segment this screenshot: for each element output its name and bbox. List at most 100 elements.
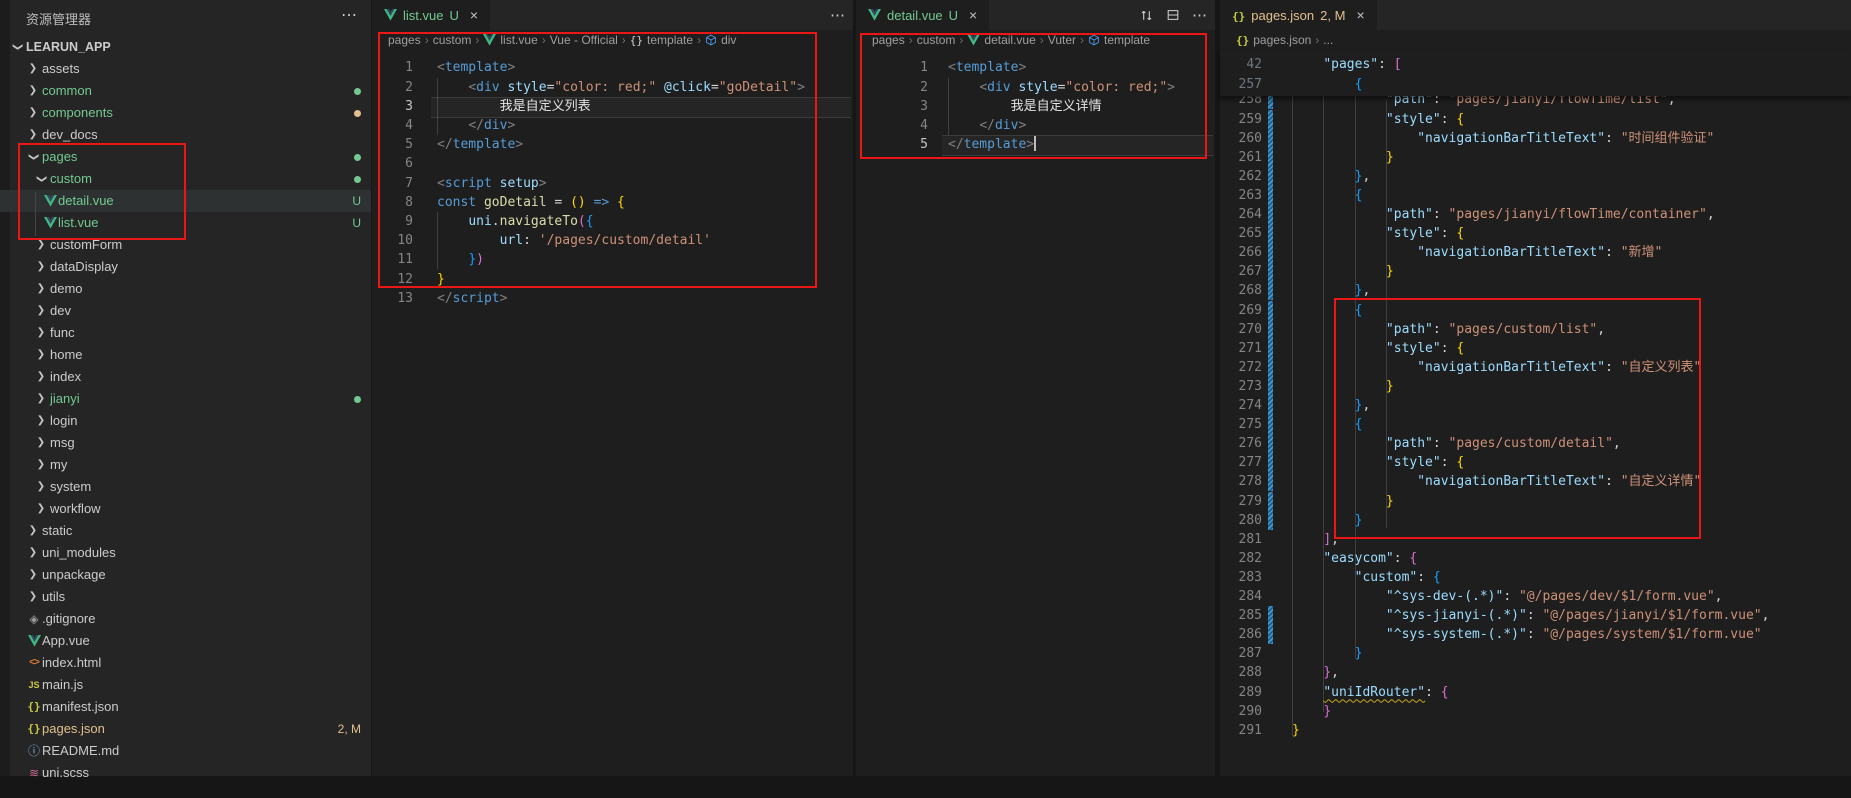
- chevron-right-icon[interactable]: ❯: [36, 476, 46, 498]
- chevron-right-icon[interactable]: ❯: [36, 300, 46, 322]
- code-area[interactable]: 1 <template> 2 <div style="color: red;">…: [856, 0, 1215, 776]
- tree-item-pages[interactable]: ❯pages: [0, 146, 371, 168]
- tree-item-custom[interactable]: ❯custom: [0, 168, 371, 190]
- code-area[interactable]: 1 <template> 2 <div style="color: red;" …: [372, 0, 853, 776]
- tree-item-login[interactable]: ❯login: [0, 410, 371, 432]
- tree-item-label: workflow: [50, 498, 101, 520]
- tree-item-uni.scss[interactable]: ≋uni.scss: [0, 762, 371, 784]
- chevron-down-icon[interactable]: ❯: [6, 42, 28, 52]
- tree-item-msg[interactable]: ❯msg: [0, 432, 371, 454]
- explorer-more-icon[interactable]: ⋯: [341, 5, 358, 25]
- chevron-right-icon[interactable]: ❯: [28, 80, 38, 102]
- code-line-288: 288 },: [1220, 663, 1851, 682]
- chevron-right-icon[interactable]: ❯: [36, 366, 46, 388]
- code-line-261: 261 }: [1220, 148, 1851, 167]
- tree-item-demo[interactable]: ❯demo: [0, 278, 371, 300]
- code-line-7: 7 <script setup>: [372, 174, 853, 193]
- tree-item-dev[interactable]: ❯dev: [0, 300, 371, 322]
- vue-icon: [44, 195, 57, 207]
- tree-item-label: dataDisplay: [50, 256, 118, 278]
- tree-item-workflow[interactable]: ❯workflow: [0, 498, 371, 520]
- chevron-right-icon[interactable]: ❯: [36, 432, 46, 454]
- code-line-5: 5 </template>: [856, 135, 1215, 154]
- tree-item-jianyi[interactable]: ❯jianyi: [0, 388, 371, 410]
- chevron-right-icon[interactable]: ❯: [36, 454, 46, 476]
- git-status-dot: [354, 88, 361, 95]
- chevron-right-icon[interactable]: ❯: [36, 322, 46, 344]
- tree-item-index[interactable]: ❯index: [0, 366, 371, 388]
- tree-item-label: App.vue: [42, 630, 90, 652]
- line-number: 280: [1220, 511, 1262, 530]
- tree-item-uni_modules[interactable]: ❯uni_modules: [0, 542, 371, 564]
- tree-item-label: my: [50, 454, 67, 476]
- tree-item-system[interactable]: ❯system: [0, 476, 371, 498]
- vue-icon: [44, 217, 57, 229]
- chevron-right-icon[interactable]: ❯: [28, 58, 38, 80]
- chevron-right-icon[interactable]: ❯: [28, 102, 38, 124]
- tree-item-pages.json[interactable]: {}pages.json2, M: [0, 718, 371, 740]
- tree-item-customForm[interactable]: ❯customForm: [0, 234, 371, 256]
- line-number: 286: [1220, 625, 1262, 644]
- code-line-259: 259 "style": {: [1220, 110, 1851, 129]
- line-number: 287: [1220, 644, 1262, 663]
- tree-item-func[interactable]: ❯func: [0, 322, 371, 344]
- chevron-right-icon[interactable]: ❯: [28, 564, 38, 586]
- tree-item-label: pages.json: [42, 718, 105, 740]
- code-area[interactable]: 258 "path": "pages/jianyi/flowTime/list"…: [1220, 0, 1851, 776]
- tree-item-dataDisplay[interactable]: ❯dataDisplay: [0, 256, 371, 278]
- line-number: 271: [1220, 339, 1262, 358]
- chevron-right-icon[interactable]: ❯: [36, 234, 46, 256]
- code-line-269: 269 {: [1220, 301, 1851, 320]
- tree-item-dev_docs[interactable]: ❯dev_docs: [0, 124, 371, 146]
- tree-item-label: custom: [50, 168, 92, 190]
- code-line-282: 282 "easycom": {: [1220, 549, 1851, 568]
- chevron-right-icon[interactable]: ❯: [28, 124, 38, 146]
- tree-item-static[interactable]: ❯static: [0, 520, 371, 542]
- tree-item-index.html[interactable]: <>index.html: [0, 652, 371, 674]
- code-line-287: 287 }: [1220, 644, 1851, 663]
- tree-item-label: dev_docs: [42, 124, 98, 146]
- tree-item-main.js[interactable]: JSmain.js: [0, 674, 371, 696]
- code-line-278: 278 "navigationBarTitleText": "自定义详情": [1220, 472, 1851, 491]
- tree-item-.gitignore[interactable]: ◈.gitignore: [0, 608, 371, 630]
- tree-item-App.vue[interactable]: App.vue: [0, 630, 371, 652]
- chevron-right-icon[interactable]: ❯: [36, 410, 46, 432]
- chevron-right-icon[interactable]: ❯: [28, 542, 38, 564]
- tree-item-LEARUN_APP[interactable]: ❯LEARUN_APP: [0, 36, 371, 58]
- chevron-right-icon[interactable]: ❯: [28, 520, 38, 542]
- tree-item-README.md[interactable]: ⓘREADME.md: [0, 740, 371, 762]
- tree-item-my[interactable]: ❯my: [0, 454, 371, 476]
- tree-item-list.vue[interactable]: list.vueU: [0, 212, 371, 234]
- tree-item-label: demo: [50, 278, 83, 300]
- chevron-right-icon[interactable]: ❯: [36, 388, 46, 410]
- code-line-279: 279 }: [1220, 492, 1851, 511]
- line-number: 284: [1220, 587, 1262, 606]
- tree-item-label: msg: [50, 432, 75, 454]
- code-line-275: 275 {: [1220, 415, 1851, 434]
- code-line-262: 262 },: [1220, 167, 1851, 186]
- tree-item-components[interactable]: ❯components: [0, 102, 371, 124]
- vue-icon: [28, 635, 41, 647]
- code-line-13: 13 </script>: [372, 289, 853, 308]
- tree-item-manifest.json[interactable]: {}manifest.json: [0, 696, 371, 718]
- chevron-down-icon[interactable]: ❯: [22, 152, 44, 162]
- sticky-scroll[interactable]: 42 "pages": [ 257 {: [1220, 50, 1851, 96]
- chevron-right-icon[interactable]: ❯: [36, 344, 46, 366]
- tree-item-utils[interactable]: ❯utils: [0, 586, 371, 608]
- tree-item-common[interactable]: ❯common: [0, 80, 371, 102]
- tree-item-home[interactable]: ❯home: [0, 344, 371, 366]
- chevron-right-icon[interactable]: ❯: [36, 278, 46, 300]
- line-number: 282: [1220, 549, 1262, 568]
- code-line-276: 276 "path": "pages/custom/detail",: [1220, 434, 1851, 453]
- chevron-right-icon[interactable]: ❯: [36, 498, 46, 520]
- tree-item-label: common: [42, 80, 92, 102]
- tree-item-detail.vue[interactable]: detail.vueU: [0, 190, 371, 212]
- chevron-down-icon[interactable]: ❯: [30, 174, 52, 184]
- chevron-right-icon[interactable]: ❯: [28, 586, 38, 608]
- tree-item-assets[interactable]: ❯assets: [0, 58, 371, 80]
- chevron-right-icon[interactable]: ❯: [36, 256, 46, 278]
- text-cursor: [1034, 136, 1036, 151]
- tree-item-label: README.md: [42, 740, 119, 762]
- sticky-line-257: 257 {: [1220, 75, 1851, 94]
- tree-item-unpackage[interactable]: ❯unpackage: [0, 564, 371, 586]
